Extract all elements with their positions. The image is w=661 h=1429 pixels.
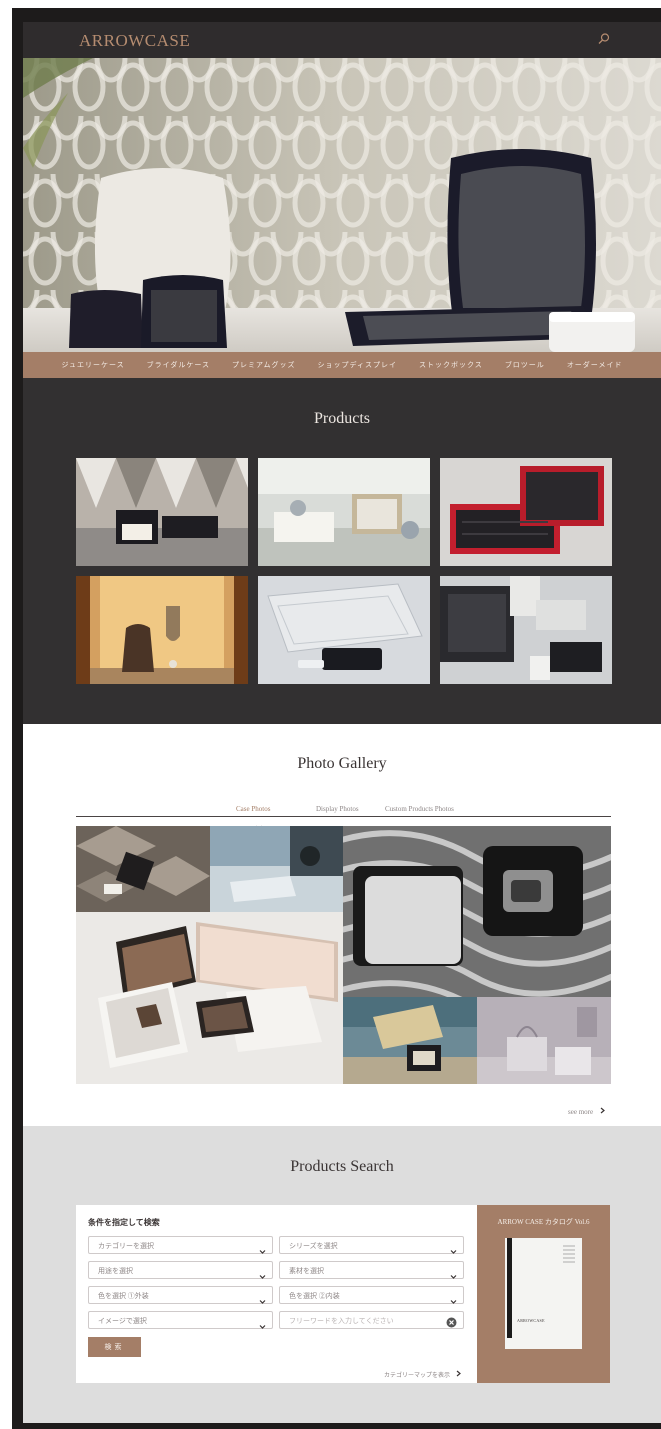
chevron-down-icon xyxy=(259,1292,266,1304)
material-select-value: 素材を選択 xyxy=(289,1267,324,1275)
freeword-placeholder: フリーワードを入力してください xyxy=(289,1317,394,1325)
tab-display-photos[interactable]: Display Photos xyxy=(316,805,359,813)
tab-case-photos[interactable]: Case Photos xyxy=(236,805,270,813)
frame-bottom-bar xyxy=(12,1423,661,1429)
page-frame: ARROWCASE ジュエリーケース ブライダルケース プレミアムグッズ ショッ… xyxy=(0,0,661,1429)
category-select[interactable]: カテゴリーを選択 xyxy=(88,1236,273,1254)
product-tile-tools[interactable] xyxy=(440,576,612,684)
gallery-photo-2[interactable] xyxy=(210,826,343,912)
category-select-value: カテゴリーを選択 xyxy=(98,1242,154,1250)
clear-icon[interactable] xyxy=(446,1315,457,1328)
chevron-down-icon xyxy=(259,1317,266,1329)
search-icon[interactable] xyxy=(597,32,611,46)
nav-item-stock-box[interactable]: ストックボックス xyxy=(408,360,494,370)
usage-select-value: 用途を選択 xyxy=(98,1267,133,1275)
gallery-tabs: Case Photos Display Photos Custom Produc… xyxy=(76,803,611,817)
image-select[interactable]: イメージで選択 xyxy=(88,1311,273,1329)
gallery-photo-1[interactable] xyxy=(76,826,210,912)
site-header: ARROWCASE xyxy=(23,22,661,58)
hero-image xyxy=(23,58,661,352)
chevron-down-icon xyxy=(450,1292,457,1304)
tab-custom-products-photos[interactable]: Custom Products Photos xyxy=(385,805,454,813)
series-select[interactable]: シリーズを選択 xyxy=(279,1236,464,1254)
see-more-label: see more xyxy=(568,1108,594,1116)
gallery-photo-3[interactable] xyxy=(343,826,611,997)
products-title: Products xyxy=(314,410,370,427)
nav-item-shop-display[interactable]: ショップディスプレイ xyxy=(307,360,409,370)
site-logo[interactable]: ARROWCASE xyxy=(79,31,190,51)
product-tile-stock-box[interactable] xyxy=(258,576,430,684)
interior-color-select[interactable]: 色を選択 ②内装 xyxy=(279,1286,464,1304)
search-form-heading: 条件を指定して検索 xyxy=(88,1218,160,1227)
chevron-right-icon xyxy=(456,1370,461,1379)
product-tile-jewelry-case[interactable] xyxy=(76,458,248,566)
product-tile-bridal-case[interactable] xyxy=(258,458,430,566)
freeword-input[interactable]: フリーワードを入力してください xyxy=(279,1311,464,1329)
chevron-down-icon xyxy=(259,1242,266,1254)
image-select-value: イメージで選択 xyxy=(98,1317,147,1325)
search-form: 条件を指定して検索 カテゴリーを選択 シリーズを選択 用途を選択 素材を選択 色… xyxy=(76,1205,477,1383)
page: ARROWCASE ジュエリーケース ブライダルケース プレミアムグッズ ショッ… xyxy=(23,22,661,1423)
catalog-title: ARROW CASE カタログ Vol.6 xyxy=(497,1218,590,1226)
nav-item-bridal-case[interactable]: ブライダルケース xyxy=(136,360,221,370)
see-more-link[interactable]: see more xyxy=(568,1107,605,1116)
category-map-link[interactable]: カテゴリーマップを表示 xyxy=(384,1370,461,1379)
interior-color-select-value: 色を選択 ②内装 xyxy=(289,1292,340,1300)
photo-gallery-section: Photo Gallery Case Photos Display Photos… xyxy=(23,724,661,1126)
product-tile-shop-display[interactable] xyxy=(76,576,248,684)
material-select[interactable]: 素材を選択 xyxy=(279,1261,464,1279)
chevron-right-icon xyxy=(600,1107,605,1116)
catalog-cover-text: ARROWCASE xyxy=(517,1318,545,1323)
category-nav: ジュエリーケース ブライダルケース プレミアムグッズ ショップディスプレイ スト… xyxy=(23,352,661,378)
catalog-cover-image[interactable]: ARROWCASE xyxy=(505,1238,582,1349)
products-search-title: Products Search xyxy=(290,1158,394,1175)
gallery-photo-6[interactable] xyxy=(477,997,611,1084)
chevron-down-icon xyxy=(450,1242,457,1254)
category-map-label: カテゴリーマップを表示 xyxy=(384,1373,451,1379)
chevron-down-icon xyxy=(259,1267,266,1279)
nav-item-jewelry-case[interactable]: ジュエリーケース xyxy=(50,360,135,370)
products-section: Products xyxy=(23,378,661,724)
nav-item-order-made[interactable]: オーダーメイド xyxy=(556,360,634,370)
gallery-title: Photo Gallery xyxy=(297,755,387,772)
chevron-down-icon xyxy=(450,1267,457,1279)
gallery-photo-5[interactable] xyxy=(343,997,477,1084)
products-search-section: Products Search 条件を指定して検索 カテゴリーを選択 シリーズを… xyxy=(23,1126,661,1423)
chevron-down-icon xyxy=(255,818,263,830)
search-button[interactable]: 検索 xyxy=(88,1337,141,1357)
nav-item-premium-goods[interactable]: プレミアムグッズ xyxy=(221,360,307,370)
frame-left-bar xyxy=(12,8,23,1428)
catalog-panel[interactable]: ARROW CASE カタログ Vol.6 ARROWCASE xyxy=(477,1205,610,1383)
exterior-color-select[interactable]: 色を選択 ①外装 xyxy=(88,1286,273,1304)
series-select-value: シリーズを選択 xyxy=(289,1242,338,1250)
usage-select[interactable]: 用途を選択 xyxy=(88,1261,273,1279)
gallery-photo-4[interactable] xyxy=(76,912,343,1084)
nav-item-tools[interactable]: ブロツール xyxy=(494,360,556,370)
product-tile-premium-goods[interactable] xyxy=(440,458,612,566)
exterior-color-select-value: 色を選択 ①外装 xyxy=(98,1292,149,1300)
